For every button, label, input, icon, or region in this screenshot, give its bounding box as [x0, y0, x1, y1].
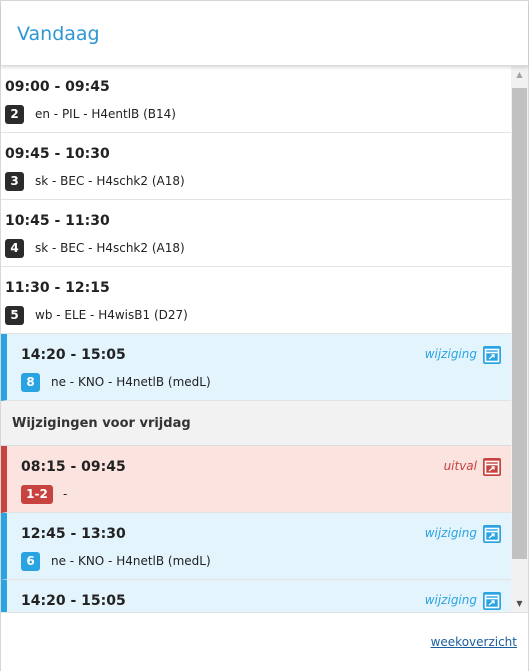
lesson-time: 08:15 - 09:45: [21, 459, 126, 475]
lesson-time: 09:45 - 10:30: [5, 146, 110, 162]
lesson-item[interactable]: 11:30 - 12:15 5 wb - ELE - H4wisB1 (D27): [1, 267, 511, 334]
calendar-swap-icon: [483, 346, 501, 364]
lesson-time: 12:45 - 13:30: [21, 526, 126, 542]
lesson-item[interactable]: 09:00 - 09:45 2 en - PIL - H4entlB (B14): [1, 66, 511, 133]
vertical-scrollbar[interactable]: ▲ ▼: [511, 66, 528, 612]
hour-badge: 4: [5, 239, 24, 258]
scrollbar-thumb[interactable]: [512, 88, 527, 559]
lesson-time: 11:30 - 12:15: [5, 280, 110, 296]
lesson-item-changed[interactable]: 12:45 - 13:30 wijziging 6 ne - KNO - H4n…: [1, 513, 511, 580]
widget-header: Vandaag: [1, 1, 528, 66]
calendar-swap-icon: [483, 592, 501, 610]
header-title: Vandaag: [17, 23, 100, 45]
lesson-time: 14:20 - 15:05: [21, 347, 126, 363]
schedule-widget: Vandaag 09:00 - 09:45 2 en - PIL - H4ent…: [0, 0, 529, 671]
hour-badge: 6: [21, 552, 40, 571]
lesson-description: sk - BEC - H4schk2 (A18): [35, 241, 185, 255]
lesson-time: 09:00 - 09:45: [5, 79, 110, 95]
lesson-item-cancelled[interactable]: 08:15 - 09:45 uitval 1-2 -: [1, 446, 511, 513]
lesson-description: ne - KNO - H4netlB (medL): [51, 554, 211, 568]
lesson-item[interactable]: 10:45 - 11:30 4 sk - BEC - H4schk2 (A18): [1, 200, 511, 267]
lesson-item-changed[interactable]: 14:20 - 15:05 wijziging: [1, 580, 511, 612]
lesson-time: 10:45 - 11:30: [5, 213, 110, 229]
lesson-description: sk - BEC - H4schk2 (A18): [35, 174, 185, 188]
hour-badge: 3: [5, 172, 24, 191]
schedule-list-container[interactable]: 09:00 - 09:45 2 en - PIL - H4entlB (B14)…: [1, 66, 528, 612]
hour-badge: 8: [21, 373, 40, 392]
scroll-up-arrow-icon[interactable]: ▲: [511, 66, 528, 83]
section-title: Wijzigingen voor vrijdag: [12, 416, 191, 431]
week-overview-link[interactable]: weekoverzicht: [431, 635, 517, 649]
calendar-cancel-icon: [483, 458, 501, 476]
lesson-description: wb - ELE - H4wisB1 (D27): [35, 308, 188, 322]
hour-badge: 1-2: [21, 485, 53, 504]
hour-badge: 2: [5, 105, 24, 124]
widget-footer: weekoverzicht: [1, 612, 528, 671]
status-label: uitval: [443, 459, 477, 473]
status-label: wijziging: [424, 347, 477, 361]
scroll-down-arrow-icon[interactable]: ▼: [511, 595, 528, 612]
lesson-item[interactable]: 09:45 - 10:30 3 sk - BEC - H4schk2 (A18): [1, 133, 511, 200]
section-header-friday: Wijzigingen voor vrijdag: [1, 401, 511, 446]
lesson-description: ne - KNO - H4netlB (medL): [51, 375, 211, 389]
lesson-description: en - PIL - H4entlB (B14): [35, 107, 176, 121]
lesson-time: 14:20 - 15:05: [21, 593, 126, 609]
calendar-swap-icon: [483, 525, 501, 543]
status-label: wijziging: [424, 526, 477, 540]
lesson-description: -: [63, 487, 68, 501]
status-label: wijziging: [424, 593, 477, 607]
hour-badge: 5: [5, 306, 24, 325]
lesson-item-changed[interactable]: 14:20 - 15:05 wijziging 8 ne - KNO - H4n…: [1, 334, 511, 401]
